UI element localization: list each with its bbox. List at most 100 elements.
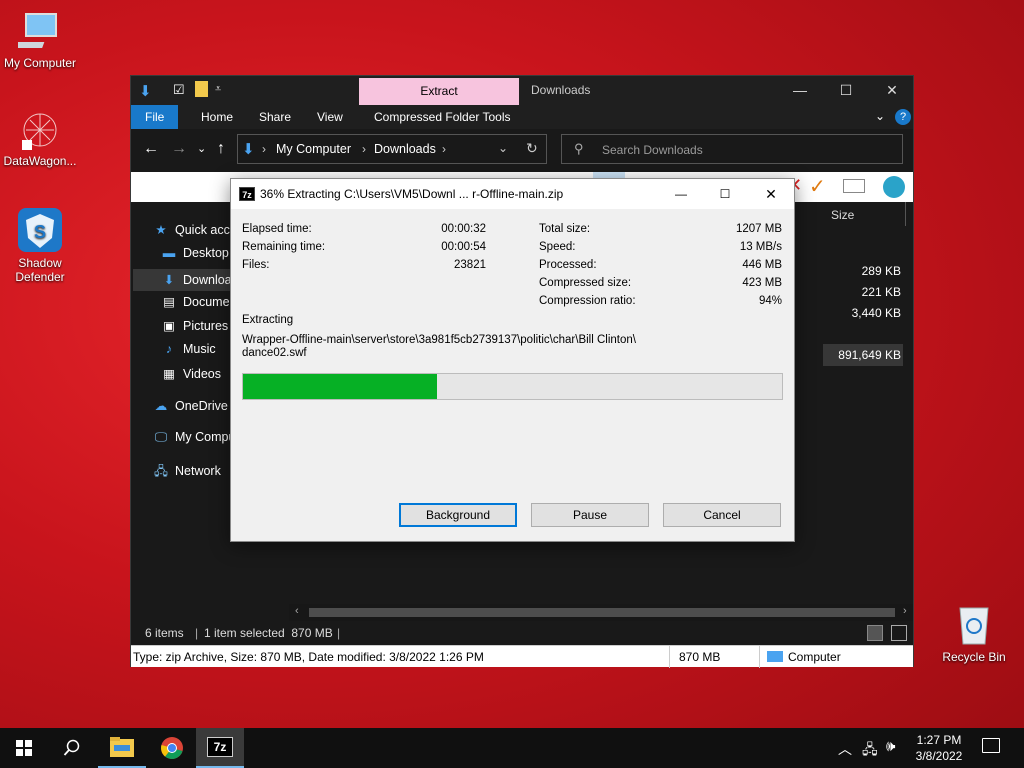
file-size-cell: 221 KB (861, 285, 901, 299)
title-bar[interactable]: ⬇ ☑ ⩡ Extract Downloads — ☐ ✕ (131, 76, 913, 105)
dialog-minimize-button[interactable]: — (663, 179, 699, 209)
recent-locations-icon[interactable]: ⌄ (197, 142, 206, 155)
shell-icon[interactable] (883, 176, 905, 198)
shadow-defender-icon: S (18, 208, 62, 252)
checkmark-icon[interactable]: ✓ (809, 174, 826, 199)
scroll-right-icon[interactable]: › (903, 605, 907, 617)
forward-arrow-icon[interactable]: → (171, 140, 187, 158)
cloud-icon: ☁ (154, 399, 168, 413)
taskbar: 7z ︿ 🖧 🕪 1:27 PM 3/8/2022 (0, 728, 1024, 768)
show-hidden-icons[interactable]: ︿ (838, 739, 852, 759)
large-icons-view-icon[interactable] (891, 625, 907, 641)
search-button[interactable] (48, 728, 96, 768)
breadcrumb-downloads[interactable]: Downloads (374, 142, 436, 156)
maximize-button[interactable]: ☐ (823, 76, 869, 105)
scroll-left-icon[interactable]: ‹ (295, 605, 299, 617)
tab-extract[interactable]: Extract (359, 78, 519, 105)
quick-access-down-arrow-icon[interactable]: ⬇ (139, 82, 152, 100)
navigation-bar: ← → ⌄ ↑ ⬇ › My Computer › Downloads › ⌄ … (131, 129, 913, 171)
start-button[interactable] (0, 728, 48, 768)
start-icon (16, 740, 32, 756)
tab-view[interactable]: View (303, 105, 357, 129)
taskbar-file-explorer[interactable] (98, 728, 146, 768)
chrome-icon (161, 737, 183, 759)
computer-icon (18, 13, 57, 48)
processed-label: Processed: (539, 259, 597, 271)
remaining-time-value: 00:00:54 (441, 241, 486, 253)
total-size-value: 1207 MB (735, 223, 782, 235)
speed-value: 13 MB/s (739, 241, 782, 253)
file-size-cell: 289 KB (861, 264, 901, 278)
desktop-folder-icon: ▬ (162, 246, 176, 260)
computer-icon: 🖵 (154, 430, 168, 444)
taskbar-7zip[interactable]: 7z (196, 728, 244, 768)
refresh-icon[interactable]: ↻ (526, 140, 538, 157)
dialog-title: 36% Extracting C:\Users\VM5\Downl ... r-… (260, 187, 564, 201)
properties-card-icon[interactable] (843, 179, 865, 193)
file-size-summary: 870 MB (679, 650, 721, 664)
extraction-progress-bar (242, 373, 783, 400)
tab-compressed-folder-tools[interactable]: Compressed Folder Tools (360, 105, 525, 129)
desktop-icon-recycle-bin[interactable]: Recycle Bin (934, 600, 1014, 664)
minimize-button[interactable]: — (777, 76, 823, 105)
tab-file[interactable]: File (131, 105, 179, 129)
details-bar: Type: zip Archive, Size: 870 MB, Date mo… (131, 645, 913, 668)
clock-time: 1:27 PM (916, 733, 962, 747)
desktop-icon-shadow-defender[interactable]: S Shadow Defender (0, 206, 80, 284)
total-size-label: Total size: (539, 223, 591, 235)
properties-icon[interactable]: ☑ (173, 82, 185, 98)
expand-ribbon-icon[interactable]: ⌄ (875, 109, 885, 123)
column-header-size[interactable]: Size (831, 208, 854, 222)
breadcrumb-my-computer[interactable]: My Computer (276, 142, 351, 156)
back-arrow-icon[interactable]: ← (143, 140, 159, 158)
volume-icon[interactable]: 🕪 (886, 738, 895, 755)
search-placeholder: Search Downloads (602, 143, 703, 157)
address-dropdown-icon[interactable]: ⌄ (498, 141, 508, 155)
background-button[interactable]: Background (399, 503, 517, 527)
horizontal-scrollbar[interactable]: ‹ › (289, 604, 913, 621)
location-label: Computer (788, 650, 841, 664)
scroll-thumb[interactable] (309, 608, 895, 617)
close-button[interactable]: ✕ (869, 76, 915, 105)
network-icon[interactable]: 🖧 (862, 739, 878, 763)
computer-icon (767, 651, 783, 662)
pictures-icon: ▣ (163, 319, 175, 333)
dialog-title-bar[interactable]: 7z 36% Extracting C:\Users\VM5\Downl ...… (231, 179, 794, 209)
breadcrumb-separator-icon: › (442, 142, 446, 156)
compression-ratio-value: 94% (758, 295, 782, 307)
details-separator (669, 646, 670, 668)
7zip-icon: 7z (239, 187, 255, 201)
cancel-button[interactable]: Cancel (663, 503, 781, 527)
dialog-maximize-button[interactable]: ☐ (707, 179, 743, 209)
search-box[interactable]: ⚲ Search Downloads (561, 134, 903, 164)
elapsed-time-value: 00:00:32 (441, 223, 486, 235)
tab-home[interactable]: Home (187, 105, 247, 129)
notifications-icon[interactable] (982, 738, 1000, 753)
window-title: Downloads (531, 83, 591, 97)
item-count: 6 items (145, 626, 184, 640)
nav-item-label: Music (183, 342, 216, 356)
customize-toolbar-icon[interactable]: ⩡ (215, 83, 221, 96)
tab-share[interactable]: Share (245, 105, 305, 129)
compressed-size-label: Compressed size: (539, 277, 632, 289)
svg-text:S: S (34, 222, 46, 242)
files-label: Files: (242, 259, 270, 271)
help-icon[interactable]: ? (895, 109, 911, 125)
pause-button[interactable]: Pause (531, 503, 649, 527)
desktop-icon-my-computer[interactable]: My Computer (0, 10, 80, 70)
dialog-close-button[interactable]: ✕ (753, 179, 789, 209)
music-icon: ♪ (165, 342, 173, 356)
address-bar[interactable]: ⬇ › My Computer › Downloads › ⌄ ↻ (237, 134, 547, 164)
taskbar-chrome[interactable] (148, 728, 196, 768)
search-icon: ⚲ (574, 141, 584, 156)
up-arrow-icon[interactable]: ↑ (217, 140, 225, 158)
file-size-cell: 3,440 KB (851, 306, 901, 320)
details-view-icon[interactable] (867, 625, 883, 641)
clock[interactable]: 1:27 PM 3/8/2022 (912, 732, 966, 764)
nav-item-label: OneDrive (175, 399, 228, 413)
star-icon: ★ (155, 223, 167, 237)
nav-item-label: Network (175, 464, 221, 478)
elapsed-time-label: Elapsed time: (242, 223, 312, 235)
new-folder-icon[interactable] (195, 81, 208, 97)
desktop-icon-datawagon[interactable]: DataWagon... (0, 108, 80, 168)
